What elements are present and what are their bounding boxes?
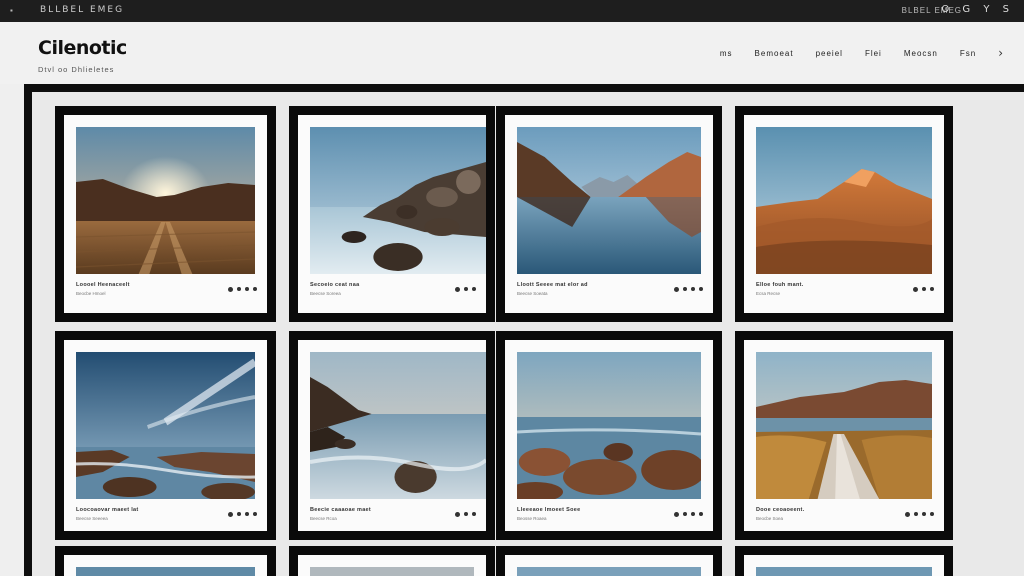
photo-card[interactable]: Lleeeaoe lmoeet Soee Beosse Roaea — [496, 331, 722, 540]
photo-card[interactable]: Elloe fouh mant. Ecsa Recse — [735, 106, 953, 322]
site-tagline: Dtvl oo Dhlieletes — [38, 65, 115, 74]
top-bar-brand[interactable]: BLLBEL EMEG — [40, 5, 124, 15]
more-options-icon[interactable] — [905, 511, 934, 517]
photo-subtitle: Beecse Soeata — [517, 291, 548, 296]
photo-subtitle: Beecse Rcoa — [310, 516, 337, 521]
photo-subtitle: Beocbe Hmoel — [76, 291, 106, 296]
social-icons[interactable]: O G Y S — [941, 4, 1014, 15]
photo-card[interactable]: Loooel Heenaceelt Beocbe Hmoel — [55, 106, 276, 322]
photo-title: Loocoaovar maeet lat — [76, 507, 139, 513]
more-options-icon[interactable] — [455, 511, 476, 517]
photo-mat — [64, 555, 267, 576]
photo-subtitle: Beosse Roaea — [517, 516, 547, 521]
photo-boardwalk[interactable] — [756, 352, 932, 499]
more-options-icon[interactable] — [674, 286, 703, 292]
photo-cliff-sea[interactable] — [310, 352, 486, 499]
photo-card-partial[interactable] — [496, 546, 722, 576]
nav-item-6[interactable]: Fsn — [960, 49, 976, 58]
photo-desert-sunset[interactable] — [76, 127, 255, 274]
site-header: Cilenotic Dtvl oo Dhlieletes ms Bemoeat … — [0, 22, 1024, 84]
chevron-right-icon[interactable]: › — [998, 46, 1004, 60]
photo-title: Lleeeaoe lmoeet Soee — [517, 507, 581, 513]
main-nav: ms Bemoeat peeiel Flei Meocsn Fsn › — [720, 46, 1004, 60]
photo-card[interactable]: Dooe ceoaoeent. Beocbe Soea — [735, 331, 953, 540]
more-options-icon[interactable] — [228, 286, 257, 292]
more-options-icon[interactable] — [913, 286, 934, 292]
photo-mat — [744, 555, 944, 576]
photo-card[interactable]: Lloott Seeee mat elor ad Beecse Soeata — [496, 106, 722, 322]
more-options-icon[interactable] — [674, 511, 703, 517]
photo-title: Dooe ceoaoeent. — [756, 507, 805, 513]
photo-mat: Dooe ceoaoeent. Beocbe Soea — [744, 340, 944, 531]
photo-title: Lloott Seeee mat elor ad — [517, 282, 588, 288]
photo-card[interactable]: Loocoaovar maeet lat Beecse Seeeea — [55, 331, 276, 540]
menu-icon[interactable]: ▪ — [10, 6, 13, 15]
photo-mat: Lleeeaoe lmoeet Soee Beosse Roaea — [505, 340, 713, 531]
more-options-icon[interactable] — [228, 511, 257, 517]
photo-sand-dunes[interactable] — [756, 127, 932, 274]
photo-mat: Secoeio ceat naa Beecse Soreea — [298, 115, 486, 313]
photo-title: Secoeio ceat naa — [310, 282, 360, 288]
nav-item-3[interactable]: peeiel — [816, 49, 843, 58]
photo-mat — [298, 555, 486, 576]
photo-subtitle: Beecse Seeeea — [76, 516, 108, 521]
photo-subtitle: Beocbe Soea — [756, 516, 784, 521]
photo-card-partial[interactable] — [55, 546, 276, 576]
photo-rocky-shore[interactable] — [310, 127, 486, 274]
photo-card[interactable]: Beecie caaaoae maet Beecse Rcoa — [289, 331, 495, 540]
photo-mountain-lake[interactable] — [517, 127, 701, 274]
photo-subtitle: Beecse Soreea — [310, 291, 341, 296]
photo-mat: Lloott Seeee mat elor ad Beecse Soeata — [505, 115, 713, 313]
nav-item-2[interactable]: Bemoeat — [755, 49, 794, 58]
photo-title: Loooel Heenaceelt — [76, 282, 130, 288]
photo-card[interactable]: Secoeio ceat naa Beecse Soreea — [289, 106, 495, 322]
photo-sea-boulders[interactable] — [517, 352, 701, 499]
photo-subtitle: Ecsa Recse — [756, 291, 781, 296]
photo-partial[interactable] — [517, 567, 701, 576]
photo-partial[interactable] — [310, 567, 474, 576]
more-options-icon[interactable] — [455, 286, 476, 292]
photo-partial[interactable] — [756, 567, 932, 576]
photo-mat — [505, 555, 713, 576]
photo-mat: Elloe fouh mant. Ecsa Recse — [744, 115, 944, 313]
photo-mat: Loooel Heenaceelt Beocbe Hmoel — [64, 115, 267, 313]
site-logo[interactable]: Cilenotic — [38, 37, 127, 59]
photo-partial[interactable] — [76, 567, 255, 576]
photo-title: Elloe fouh mant. — [756, 282, 804, 288]
nav-item-4[interactable]: Flei — [865, 49, 882, 58]
photo-coastal-rocks[interactable] — [76, 352, 255, 499]
photo-mat: Beecie caaaoae maet Beecse Rcoa — [298, 340, 486, 531]
nav-item-5[interactable]: Meocsn — [904, 49, 938, 58]
photo-card-partial[interactable] — [735, 546, 953, 576]
nav-item-1[interactable]: ms — [720, 49, 733, 58]
top-bar: ▪ BLLBEL EMEG BLBEL EMEG O G Y S — [0, 0, 1024, 22]
photo-title: Beecie caaaoae maet — [310, 507, 372, 513]
photo-card-partial[interactable] — [289, 546, 495, 576]
photo-mat: Loocoaovar maeet lat Beecse Seeeea — [64, 340, 267, 531]
